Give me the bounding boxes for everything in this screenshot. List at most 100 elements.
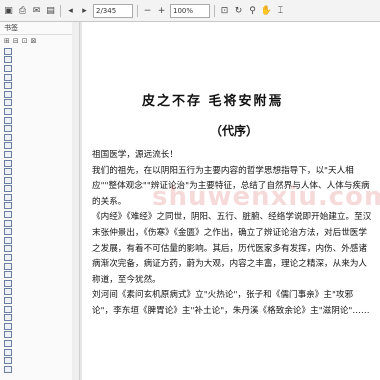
toolbar-divider — [60, 4, 61, 17]
bookmark-item[interactable] — [0, 185, 72, 194]
bookmark-item[interactable] — [0, 124, 72, 133]
bookmark-icon — [4, 64, 12, 72]
bookmark-item[interactable] — [0, 56, 72, 65]
bookmark-icon — [4, 271, 12, 279]
bookmark-icon — [4, 254, 12, 262]
bookmark-icon — [4, 288, 12, 296]
bookmark-item[interactable] — [0, 219, 72, 228]
bookmark-item[interactable] — [0, 270, 72, 279]
bookmark-item[interactable] — [0, 47, 72, 56]
zoom-in-icon[interactable]: + — [156, 5, 167, 17]
bookmark-icon — [4, 279, 12, 287]
save-icon[interactable]: ▤ — [45, 5, 56, 17]
document-page: 皮之不存 毛将安附焉 （代序） shuwenxiu.com 祖国医学，源远流长！… — [82, 22, 380, 380]
paragraph: 《内经》《难经》之同世，阴阳、五行、脏腑、经络学说即开始建立。至汉末张仲景出，《… — [92, 212, 372, 285]
next-page-icon[interactable]: ▸ — [79, 5, 90, 17]
bookmark-item[interactable] — [0, 193, 72, 202]
bookmark-item[interactable] — [0, 142, 72, 151]
bookmark-item[interactable] — [0, 245, 72, 254]
bookmark-icon — [4, 211, 12, 219]
bookmark-item[interactable] — [0, 305, 72, 314]
bookmark-icon — [4, 305, 12, 313]
previous-page-icon[interactable]: ◂ — [65, 5, 76, 17]
collapse-icon[interactable]: ⊟ — [13, 37, 19, 45]
bookmark-icon — [4, 168, 12, 176]
bookmark-icon — [4, 348, 12, 356]
bookmark-item[interactable] — [0, 296, 72, 305]
bookmark-item[interactable] — [0, 159, 72, 168]
bookmark-item[interactable] — [0, 313, 72, 322]
bookmark-item[interactable] — [0, 331, 72, 340]
bookmark-icon — [4, 245, 12, 253]
bookmark-item[interactable] — [0, 227, 72, 236]
rotate-icon[interactable]: ↻ — [233, 5, 244, 17]
bookmark-icon — [4, 185, 12, 193]
bookmark-item[interactable] — [0, 210, 72, 219]
bookmark-list — [0, 47, 72, 374]
hand-tool-icon[interactable]: ✋ — [261, 5, 272, 17]
bookmark-item[interactable] — [0, 133, 72, 142]
bookmark-icon — [4, 133, 12, 141]
options-icon[interactable]: ⊡ — [22, 37, 28, 45]
bookmark-icon — [4, 236, 12, 244]
bookmark-item[interactable] — [0, 150, 72, 159]
bookmark-icon — [4, 365, 12, 373]
select-tool-icon[interactable]: ⌶ — [275, 5, 286, 17]
search-icon[interactable]: ⚲ — [247, 5, 258, 17]
email-icon[interactable]: ✉ — [31, 5, 42, 17]
bookmark-item[interactable] — [0, 107, 72, 116]
delete-icon[interactable]: ⊠ — [31, 37, 37, 45]
bookmark-icon — [4, 90, 12, 98]
bookmark-item[interactable] — [0, 365, 72, 374]
bookmarks-panel: 书签 ⊞ ⊟ ⊡ ⊠ — [0, 22, 73, 380]
toolbar-divider — [137, 4, 138, 17]
sidebar-scrollbar[interactable] — [72, 22, 80, 380]
bookmark-icon — [4, 219, 12, 227]
bookmark-item[interactable] — [0, 90, 72, 99]
bookmark-icon — [4, 202, 12, 210]
bookmark-item[interactable] — [0, 253, 72, 262]
bookmark-icon — [4, 357, 12, 365]
open-icon[interactable]: ▣ — [3, 5, 14, 17]
bookmark-icon — [4, 262, 12, 270]
paragraph: 祖国医学，源远流长！ — [92, 150, 178, 160]
bookmark-item[interactable] — [0, 356, 72, 365]
toolbar: ▣ ⎙ ✉ ▤ ◂ ▸ 2/345 − + 100% ⊡ ↻ ⚲ ✋ ⌶ — [0, 0, 380, 22]
bookmark-icon — [4, 331, 12, 339]
zoom-level-field[interactable]: 100% — [170, 3, 210, 18]
bookmark-item[interactable] — [0, 339, 72, 348]
bookmark-icon — [4, 322, 12, 330]
bookmark-item[interactable] — [0, 262, 72, 271]
page-subtitle: （代序） — [210, 124, 259, 138]
zoom-out-icon[interactable]: − — [142, 5, 153, 17]
bookmark-icon — [4, 228, 12, 236]
bookmark-item[interactable] — [0, 279, 72, 288]
print-icon[interactable]: ⎙ — [17, 5, 28, 17]
bookmark-item[interactable] — [0, 64, 72, 73]
bookmark-item[interactable] — [0, 81, 72, 90]
bookmark-icon — [4, 73, 12, 81]
bookmark-item[interactable] — [0, 202, 72, 211]
bookmark-icon — [4, 150, 12, 158]
bookmark-item[interactable] — [0, 116, 72, 125]
bookmark-item[interactable] — [0, 99, 72, 108]
bookmark-item[interactable] — [0, 176, 72, 185]
bookmark-icon — [4, 107, 12, 115]
bookmark-icon — [4, 297, 12, 305]
bookmark-icon — [4, 116, 12, 124]
bookmark-icon — [4, 56, 12, 64]
bookmark-icon — [4, 159, 12, 167]
bookmark-item[interactable] — [0, 73, 72, 82]
bookmark-item[interactable] — [0, 236, 72, 245]
page-number-field[interactable]: 2/345 — [93, 3, 133, 18]
bookmark-item[interactable] — [0, 322, 72, 331]
fit-page-icon[interactable]: ⊡ — [219, 5, 230, 17]
bookmark-icon — [4, 339, 12, 347]
bookmark-item[interactable] — [0, 167, 72, 176]
page-body: 祖国医学，源远流长！ 我们的祖先，在以阴阳五行为主要内容的哲学思想指导下，以"天… — [92, 148, 374, 320]
bookmark-item[interactable] — [0, 288, 72, 297]
expand-icon[interactable]: ⊞ — [4, 37, 10, 45]
bookmark-item[interactable] — [0, 348, 72, 357]
bookmark-icon — [4, 176, 12, 184]
toolbar-divider — [214, 4, 215, 17]
